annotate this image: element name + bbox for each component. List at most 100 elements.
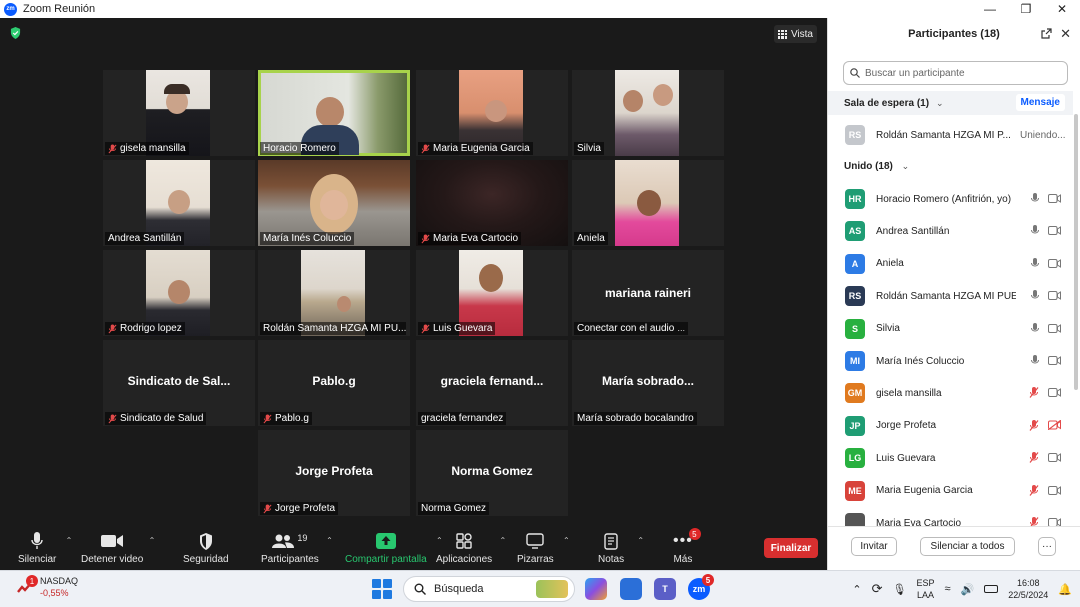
video-tile-rodrigo[interactable]: Rodrigo lopez — [103, 250, 255, 336]
video-camera-icon[interactable] — [1048, 291, 1061, 303]
file-explorer-icon[interactable] — [620, 578, 642, 600]
sync-icon[interactable]: ⟳ — [872, 581, 883, 597]
security-button[interactable]: Seguridad — [183, 530, 229, 565]
copilot-icon[interactable] — [585, 578, 607, 600]
tile-name-tag: María Inés Coluccio — [260, 232, 355, 245]
video-tile-luis[interactable]: Luis Guevara — [416, 250, 568, 336]
participant-row[interactable]: JP Jorge Profeta — [828, 410, 1073, 442]
panel-more-button[interactable]: ··· — [1038, 537, 1056, 556]
waiting-room-header[interactable]: Sala de espera (1) ⌄ Mensaje — [828, 91, 1073, 115]
waiting-participant-row[interactable]: RS Roldán Samanta HZGA MI P... Uniendo..… — [828, 119, 1073, 151]
participant-row[interactable]: S Silvia — [828, 313, 1073, 345]
participant-status-icons — [1031, 193, 1061, 207]
video-tile-mariana[interactable]: mariana raineri Conectar con el audio … — [572, 250, 724, 336]
microphone-tray-icon[interactable]: 🎙 — [893, 583, 907, 596]
video-tile-norma[interactable]: Norma Gomez Norma Gomez — [416, 430, 568, 516]
video-camera-icon[interactable] — [1048, 453, 1061, 465]
more-button[interactable]: ••• 5 Más — [673, 528, 701, 565]
close-panel-icon[interactable]: ✕ — [1060, 26, 1071, 42]
video-tile-maria-eugenia[interactable]: Maria Eugenia Garcia — [416, 70, 568, 156]
notifications-icon[interactable]: 🔔 — [1058, 583, 1072, 596]
microphone-icon[interactable] — [1031, 257, 1039, 272]
video-tile-roldan[interactable]: Roldán Samanta HZGA MI PU... — [258, 250, 410, 336]
video-camera-icon[interactable] — [1048, 356, 1061, 368]
clock[interactable]: 16:08 22/5/2024 — [1008, 577, 1048, 601]
whiteboards-button[interactable]: Pizarras ⌃ — [517, 530, 570, 565]
participant-row[interactable]: ME Maria Eugenia Garcia — [828, 475, 1073, 507]
apps-button[interactable]: Aplicaciones ⌃ — [436, 530, 506, 565]
share-screen-button[interactable]: Compartir pantalla ⌃ — [345, 530, 443, 565]
mute-all-button[interactable]: Silenciar a todos — [920, 537, 1015, 556]
participant-row[interactable]: AS Andrea Santillán — [828, 215, 1073, 247]
language-indicator[interactable]: ESP LAA — [916, 577, 934, 601]
stock-widget[interactable]: 1 NASDAQ -0,55% — [16, 575, 78, 599]
muted-mic-icon[interactable] — [1029, 419, 1039, 434]
invite-button[interactable]: Invitar — [851, 537, 897, 556]
participant-row[interactable]: A Aniela — [828, 248, 1073, 280]
more-badge: 5 — [688, 528, 701, 540]
video-tile-sindicato[interactable]: Sindicato de Sal... Sindicato de Salud — [103, 340, 255, 426]
maximize-button[interactable]: ❐ — [1008, 0, 1044, 18]
notes-button[interactable]: Notas ⌃ — [598, 530, 644, 565]
joined-header[interactable]: Unido (18) ⌄ — [844, 161, 909, 172]
video-camera-icon[interactable] — [1048, 323, 1061, 336]
taskbar-search[interactable]: Búsqueda — [403, 576, 575, 602]
participant-search-input[interactable] — [865, 67, 1055, 79]
video-tile-graciela[interactable]: graciela fernand... graciela fernandez — [416, 340, 568, 426]
teams-icon[interactable]: T — [654, 578, 676, 600]
participant-row[interactable]: GM gisela mansilla — [828, 377, 1073, 409]
chevron-up-icon[interactable]: ⌃ — [66, 536, 73, 545]
minimize-button[interactable]: — — [972, 0, 1008, 18]
microphone-icon[interactable] — [1031, 225, 1039, 239]
video-tile-aniela[interactable]: Aniela — [572, 160, 724, 246]
video-tile-horacio[interactable]: Horacio Romero — [258, 70, 410, 156]
video-camera-icon[interactable] — [1048, 194, 1061, 206]
video-camera-icon[interactable] — [1048, 485, 1061, 498]
microphone-icon[interactable] — [1031, 193, 1039, 207]
volume-icon[interactable]: 🔊 — [961, 583, 975, 596]
video-camera-icon[interactable] — [1048, 258, 1061, 271]
chevron-up-icon[interactable]: ⌃ — [637, 536, 644, 545]
participant-row[interactable]: HR Horacio Romero (Anfitrión, yo) — [828, 183, 1073, 215]
participant-row[interactable]: RS Roldán Samanta HZGA MI PUE... — [828, 280, 1073, 312]
video-tile-maria-eva[interactable]: Maria Eva Cartocio — [416, 160, 568, 246]
video-tile-andrea[interactable]: Andrea Santillán — [103, 160, 255, 246]
participants-button[interactable]: 19 Participantes ⌃ — [261, 530, 333, 565]
message-button[interactable]: Mensaje — [1015, 94, 1065, 111]
mute-button[interactable]: Silenciar ⌃ — [18, 530, 72, 565]
chevron-up-icon[interactable]: ⌃ — [563, 536, 570, 545]
video-off-icon[interactable] — [1047, 419, 1062, 433]
video-tile-silvia[interactable]: Silvia — [572, 70, 724, 156]
windows-start-icon[interactable] — [372, 579, 392, 599]
microphone-icon[interactable] — [1031, 290, 1039, 304]
end-meeting-button[interactable]: Finalizar — [764, 538, 818, 558]
muted-mic-icon[interactable] — [1029, 484, 1039, 499]
participant-search[interactable] — [843, 61, 1068, 85]
chevron-up-icon[interactable]: ⌃ — [149, 536, 156, 545]
chevron-up-icon[interactable]: ⌃ — [326, 536, 333, 545]
chevron-up-icon[interactable]: ⌃ — [499, 536, 506, 545]
video-tile-gisela[interactable]: gisela mansilla — [103, 70, 255, 156]
close-window-button[interactable]: ✕ — [1044, 0, 1080, 18]
participant-row[interactable]: MI María Inés Coluccio — [828, 345, 1073, 377]
popout-icon[interactable] — [1041, 28, 1052, 39]
video-tile-maria-ines[interactable]: María Inés Coluccio — [258, 160, 410, 246]
zoom-taskbar-icon[interactable]: zm 5 — [688, 574, 714, 600]
muted-mic-icon[interactable] — [1029, 452, 1039, 466]
battery-icon[interactable] — [984, 585, 999, 593]
muted-mic-icon[interactable] — [1029, 387, 1039, 401]
panel-scrollbar[interactable] — [1074, 114, 1078, 390]
chevron-up-icon[interactable]: ⌃ — [852, 583, 861, 596]
microphone-icon[interactable] — [1031, 355, 1039, 369]
video-tile-jorge[interactable]: Jorge Profeta Jorge Profeta — [258, 430, 410, 516]
video-tile-pablo[interactable]: Pablo.g Pablo.g — [258, 340, 410, 426]
chevron-down-icon: ⌄ — [936, 97, 944, 108]
view-button[interactable]: Vista — [773, 25, 817, 43]
wifi-icon[interactable]: ≈ — [945, 583, 951, 595]
microphone-icon[interactable] — [1031, 322, 1039, 337]
stop-video-button[interactable]: Detener video ⌃ — [81, 530, 155, 565]
video-tile-maria-sobrado[interactable]: María sobrado... María sobrado bocalandr… — [572, 340, 724, 426]
video-camera-icon[interactable] — [1048, 226, 1061, 238]
participant-row[interactable]: LG Luis Guevara — [828, 442, 1073, 474]
video-camera-icon[interactable] — [1048, 388, 1061, 400]
